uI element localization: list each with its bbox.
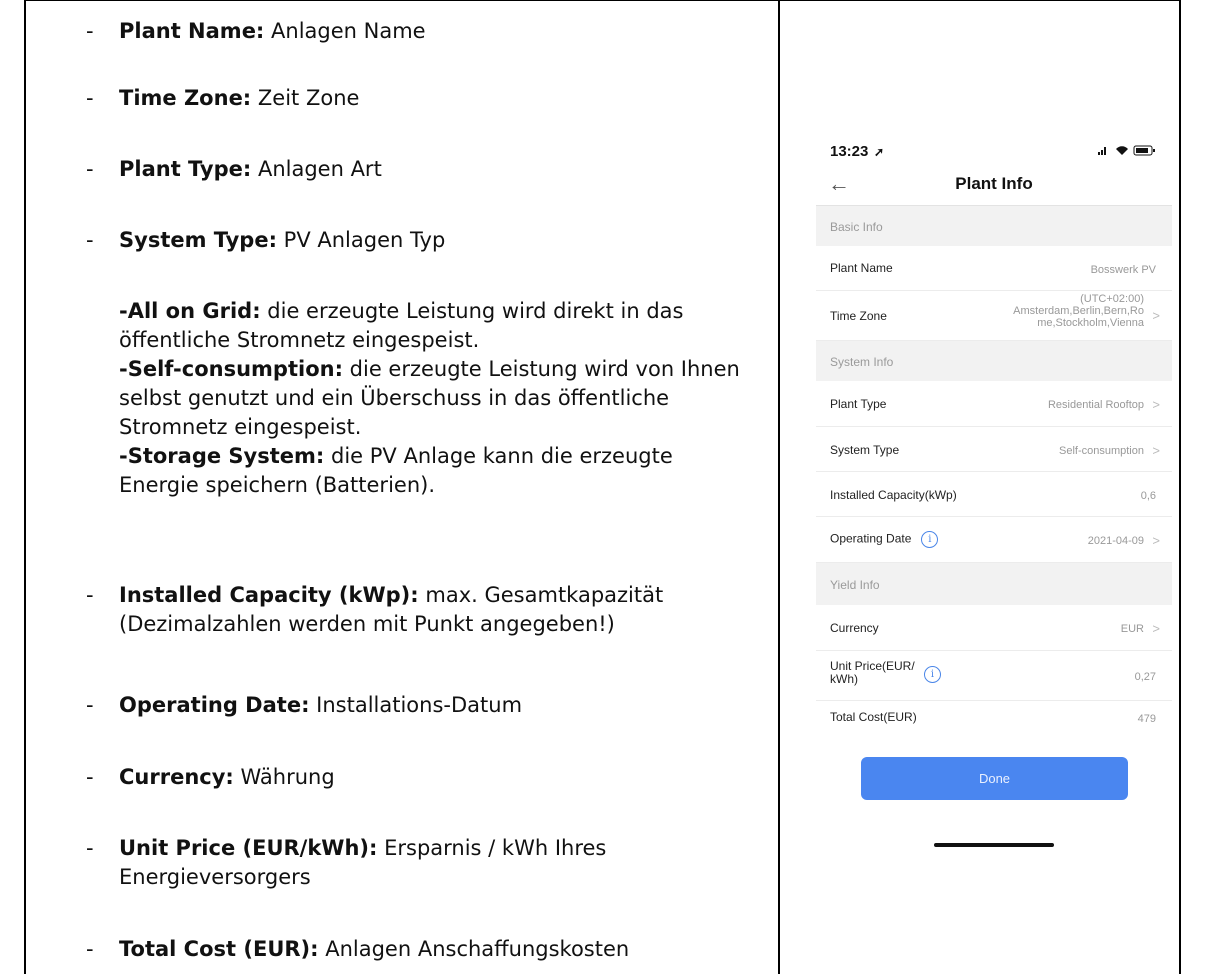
- term-text: PV Anlagen Typ: [283, 228, 446, 252]
- row-label: Unit Price(EUR/kWh): [830, 659, 915, 686]
- bullet-dash: -: [86, 86, 94, 110]
- row-label: Plant Type: [830, 397, 887, 411]
- row-system-type[interactable]: System Type Self-consumption >: [816, 427, 1172, 472]
- row-total-cost[interactable]: Total Cost(EUR) 479: [816, 701, 1172, 739]
- bullet-dash: -: [86, 836, 94, 860]
- row-currency[interactable]: Currency EUR >: [816, 605, 1172, 651]
- status-icons: [1098, 144, 1158, 159]
- row-value: Residential Rooftop: [1047, 399, 1144, 411]
- row-unit-price[interactable]: Unit Price(EUR/kWh) i 0,27: [816, 651, 1172, 701]
- clock: 13:23: [830, 143, 869, 160]
- term-label: Currency:: [119, 765, 234, 789]
- term-label: Operating Date:: [119, 693, 310, 717]
- chevron-right-icon: >: [1152, 397, 1160, 412]
- row-operating-date[interactable]: Operating Date i 2021-04-09 >: [816, 517, 1172, 563]
- option-label: -Storage System:: [119, 444, 325, 468]
- term-text: Anlagen Name: [271, 19, 426, 43]
- bullet-dash: -: [86, 157, 94, 181]
- bullet-dash: -: [86, 765, 94, 789]
- home-indicator: [934, 843, 1054, 847]
- row-value: 479: [1137, 713, 1156, 725]
- row-time-zone[interactable]: Time Zone (UTC+02:00) Amsterdam,Berlin,B…: [816, 291, 1172, 341]
- chevron-right-icon: >: [1152, 621, 1160, 636]
- bullet-dash: -: [86, 693, 94, 717]
- bullet-dash: -: [86, 228, 94, 252]
- location-arrow-icon: ➚: [874, 145, 885, 159]
- bullet-dash: -: [86, 583, 94, 607]
- term-label: Unit Price (EUR/kWh):: [119, 836, 378, 860]
- row-label: Operating Date i: [830, 531, 939, 548]
- term-label: Total Cost (EUR):: [119, 937, 319, 961]
- bullet-dash: -: [86, 19, 94, 43]
- chevron-right-icon: >: [1152, 533, 1160, 548]
- term-text: Zeit Zone: [257, 86, 360, 110]
- term-label: Installed Capacity (kWp):: [119, 583, 419, 607]
- row-value: Self-consumption: [1059, 445, 1144, 457]
- term-text: Anlagen Art: [257, 157, 382, 181]
- done-button[interactable]: Done: [861, 757, 1128, 800]
- row-value: 0,6: [1140, 490, 1156, 502]
- term-text: Anlagen Anschaffungskosten: [325, 937, 630, 961]
- chevron-right-icon: >: [1152, 443, 1160, 458]
- nav-bar: ← Plant Info: [816, 167, 1172, 206]
- system-type-options: -All on Grid: die erzeugte Leistung wird…: [119, 297, 759, 500]
- info-icon[interactable]: i: [924, 666, 941, 683]
- option-label: -All on Grid:: [119, 299, 261, 323]
- row-plant-type[interactable]: Plant Type Residential Rooftop >: [816, 381, 1172, 427]
- term-label: Plant Type:: [119, 157, 252, 181]
- info-icon[interactable]: i: [921, 531, 939, 548]
- bullet-dash: -: [86, 937, 94, 961]
- row-label: Currency: [830, 621, 879, 635]
- row-label: System Type: [830, 443, 900, 457]
- row-value: 0,27: [1134, 671, 1156, 683]
- chevron-right-icon: >: [1152, 308, 1160, 323]
- row-value: Bosswerk PV: [1090, 264, 1156, 276]
- term-label: Plant Name:: [119, 19, 265, 43]
- option-self-consumption: -Self-consumption: die erzeugte Leistung…: [119, 355, 759, 442]
- column-divider: [778, 0, 780, 974]
- row-plant-name[interactable]: Plant Name Bosswerk PV: [816, 246, 1172, 291]
- row-label: Time Zone: [830, 309, 887, 323]
- term-label: System Type:: [119, 228, 277, 252]
- signal-wifi-battery-icon: [1098, 145, 1155, 156]
- term-text: Installations-Datum: [316, 693, 523, 717]
- section-yield-info: Yield Info: [816, 563, 1172, 605]
- row-value: 2021-04-09: [1087, 535, 1144, 547]
- row-value: EUR: [1120, 623, 1144, 635]
- phone-screenshot: 13:23 ➚ ← Plant Info Basic Info Plant Na…: [816, 131, 1172, 856]
- row-label: Plant Name: [830, 261, 893, 275]
- row-label: Total Cost(EUR): [830, 710, 917, 724]
- page-title: Plant Info: [955, 174, 1033, 193]
- option-storage-system: -Storage System: die PV Anlage kann die …: [119, 442, 759, 500]
- term-text: Währung: [240, 765, 335, 789]
- term-label: Time Zone:: [119, 86, 252, 110]
- row-label: Installed Capacity(kWp): [830, 488, 957, 502]
- row-value: (UTC+02:00) Amsterdam,Berlin,Bern,Ro me,…: [1013, 293, 1144, 329]
- section-basic-info: Basic Info: [816, 206, 1172, 246]
- option-all-on-grid: -All on Grid: die erzeugte Leistung wird…: [119, 297, 759, 355]
- section-system-info: System Info: [816, 341, 1172, 381]
- option-label: -Self-consumption:: [119, 357, 343, 381]
- status-bar: 13:23 ➚: [816, 131, 1172, 171]
- row-installed-capacity[interactable]: Installed Capacity(kWp) 0,6: [816, 472, 1172, 517]
